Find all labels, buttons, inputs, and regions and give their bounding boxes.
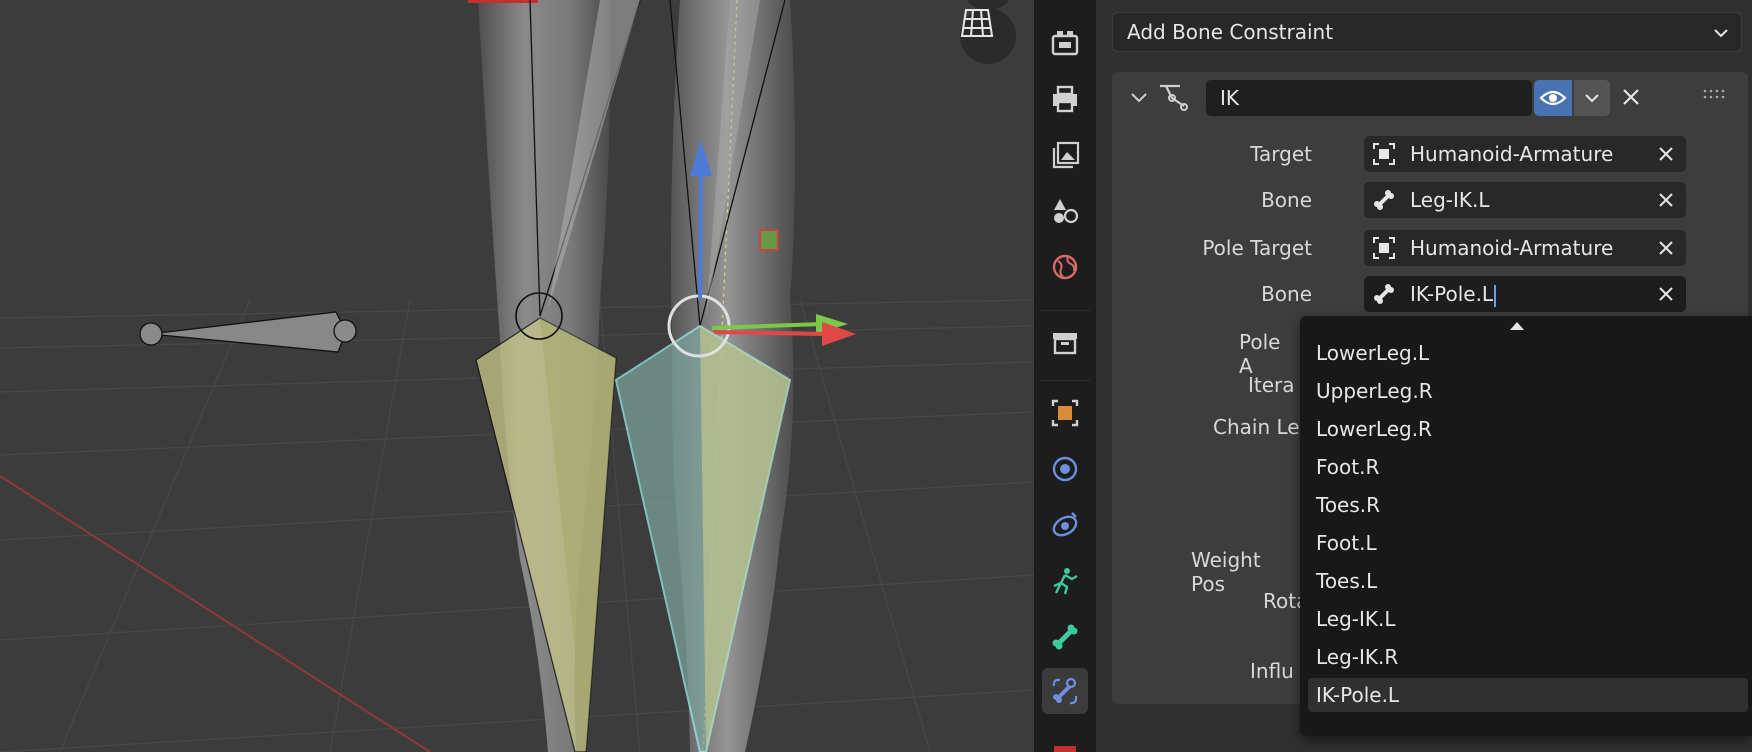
bone-icon <box>1374 190 1394 210</box>
dropdown-item-label: LowerLeg.R <box>1316 417 1432 441</box>
dropdown-item-label: Leg-IK.R <box>1316 645 1399 669</box>
tab-bone-constraints[interactable] <box>1042 668 1088 714</box>
clear-icon[interactable] <box>1656 284 1676 304</box>
iterations-label: Itera <box>1248 373 1295 397</box>
bone-icon <box>1374 284 1394 304</box>
dropdown-item-label: Toes.L <box>1316 569 1378 593</box>
dropdown-item-label: UpperLeg.R <box>1316 379 1433 403</box>
dropdown-item[interactable]: Toes.R <box>1308 488 1748 522</box>
dropdown-item-label: Foot.R <box>1316 455 1380 479</box>
armature-object-icon <box>1373 237 1395 259</box>
clear-icon[interactable] <box>1656 144 1676 164</box>
target-field[interactable]: Humanoid-Armature <box>1364 136 1686 172</box>
dropdown-item-label: Foot.L <box>1316 531 1377 555</box>
drag-handle-icon[interactable] <box>1702 88 1728 102</box>
physics-orbit-icon <box>1052 456 1078 482</box>
tab-collection[interactable] <box>1042 320 1088 366</box>
dropdown-item-label: LowerLeg.L <box>1316 341 1430 365</box>
pole-bone-value: IK-Pole.L <box>1410 282 1494 306</box>
delete-constraint-icon[interactable] <box>1618 84 1644 110</box>
render-icon <box>1051 31 1079 56</box>
tab-object[interactable] <box>1042 390 1088 436</box>
pole-target-field[interactable]: Humanoid-Armature <box>1364 230 1686 266</box>
tab-physics[interactable] <box>1042 502 1088 548</box>
dropdown-item[interactable]: Foot.L <box>1308 526 1748 560</box>
image-stack-icon <box>1052 141 1080 169</box>
text-cursor <box>1494 284 1497 307</box>
influence-label: Influ <box>1250 659 1294 683</box>
chevron-down-icon <box>1714 29 1728 38</box>
printer-icon <box>1053 85 1077 113</box>
bone-value: Leg-IK.L <box>1410 188 1490 212</box>
dropdown-item[interactable]: Leg-IK.L <box>1308 602 1748 636</box>
clear-icon[interactable] <box>1656 238 1676 258</box>
tab-object-data[interactable] <box>1042 558 1088 604</box>
grid-perspective-icon <box>960 9 994 37</box>
pole-bone-tail <box>333 319 357 343</box>
chain-length-label: Chain Le <box>1213 415 1300 439</box>
tab-view-layer[interactable] <box>1042 132 1088 178</box>
dropdown-item-label: IK-Pole.L <box>1316 683 1400 707</box>
dropdown-item-label: Toes.R <box>1316 493 1381 517</box>
object-square-icon <box>1051 399 1079 427</box>
tab-scene[interactable] <box>1042 188 1088 234</box>
tab-world[interactable] <box>1042 244 1088 290</box>
collection-box-icon <box>1053 333 1077 355</box>
bone-search-dropdown[interactable]: LowerLeg.L UpperLeg.R LowerLeg.R Foot.R … <box>1300 316 1752 736</box>
armature-pose-icon <box>1053 568 1078 595</box>
pole-bone-field[interactable]: IK-Pole.L <box>1364 276 1686 312</box>
tab-partial-red <box>1054 746 1076 752</box>
dropdown-item[interactable]: Toes.L <box>1308 564 1748 598</box>
dropdown-item[interactable]: LowerLeg.R <box>1308 412 1748 446</box>
tab-bone[interactable] <box>1042 614 1088 660</box>
gizmo-x-axis[interactable] <box>713 330 827 336</box>
properties-tab-strip <box>1034 0 1096 752</box>
tab-separator <box>1040 380 1090 381</box>
perspective-toggle-button[interactable] <box>960 8 1016 64</box>
3d-viewport[interactable] <box>0 0 1034 752</box>
dropdown-item[interactable]: LowerLeg.L <box>1308 336 1748 370</box>
dropdown-item[interactable]: UpperLeg.R <box>1308 374 1748 408</box>
tab-modifiers[interactable] <box>1042 446 1088 492</box>
scroll-up-arrow-icon[interactable] <box>1508 318 1526 332</box>
pole-target-value: Humanoid-Armature <box>1410 236 1614 260</box>
scene-icon <box>1054 199 1079 224</box>
pole-angle-label: Pole A <box>1239 330 1281 378</box>
gizmo-z-axis[interactable] <box>698 167 703 301</box>
red-marker <box>468 0 538 3</box>
bone-constraint-icon <box>1052 677 1078 705</box>
constraint-menu-button[interactable] <box>1574 80 1610 116</box>
bone-field[interactable]: Leg-IK.L <box>1364 182 1686 218</box>
dropdown-item[interactable]: Foot.R <box>1308 450 1748 484</box>
armature-object-icon <box>1373 143 1395 165</box>
target-value: Humanoid-Armature <box>1410 142 1614 166</box>
occluded-labels: Pole A Itera Chain Le Weight Pos Rota In… <box>1096 0 1300 752</box>
dropdown-item-selected[interactable]: IK-Pole.L <box>1308 678 1748 712</box>
dropdown-item-label: Leg-IK.L <box>1316 607 1396 631</box>
pole-bone-head <box>139 322 163 346</box>
tab-render[interactable] <box>1042 20 1088 66</box>
dropdown-item[interactable]: Leg-IK.R <box>1308 640 1748 674</box>
chevron-down-icon <box>1585 94 1599 103</box>
toggle-visibility-button[interactable] <box>1534 80 1572 116</box>
viewport-scene <box>0 0 1034 752</box>
world-icon <box>1052 254 1078 280</box>
gizmo-plane-handle[interactable] <box>759 229 779 251</box>
eye-icon <box>1539 90 1567 106</box>
clear-icon[interactable] <box>1656 190 1676 210</box>
rotation-label: Rota <box>1263 589 1300 613</box>
physics-ring-icon <box>1052 512 1078 537</box>
tab-output[interactable] <box>1042 76 1088 122</box>
tab-separator <box>1040 310 1090 311</box>
bone-tab-icon <box>1052 624 1078 650</box>
